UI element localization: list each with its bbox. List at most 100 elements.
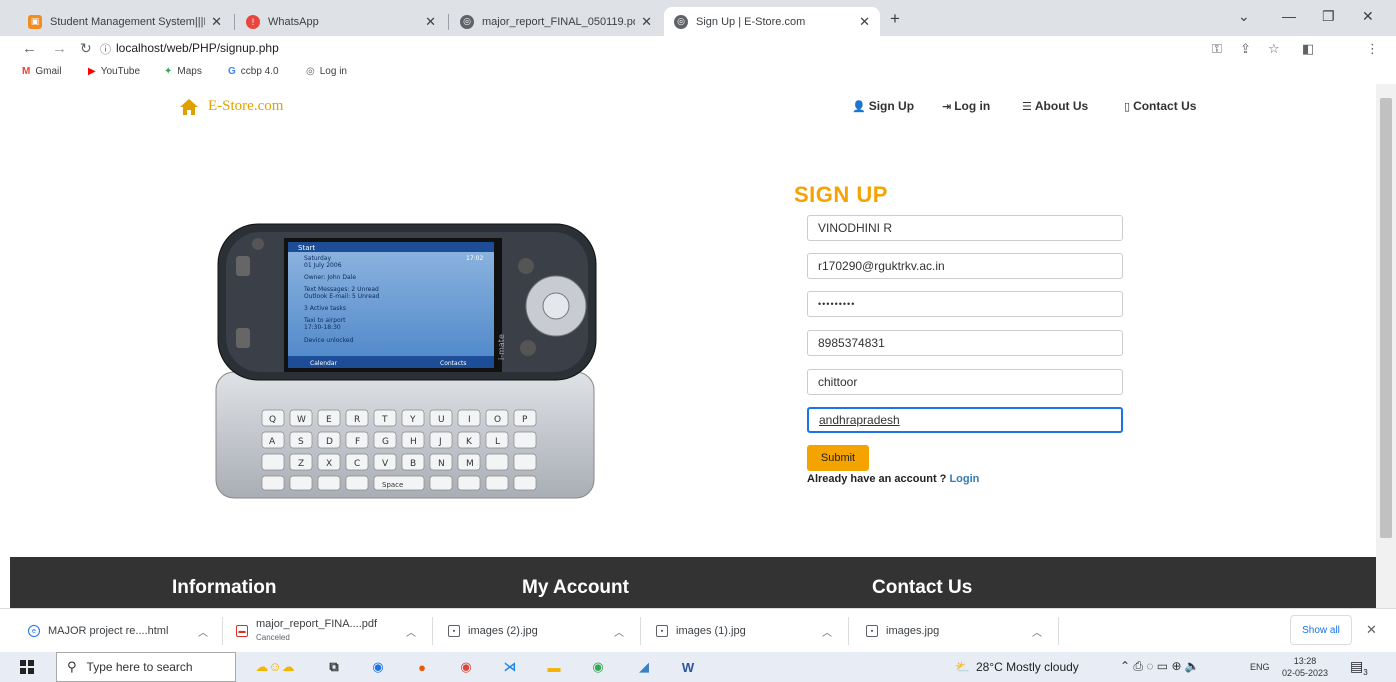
close-icon[interactable]: ✕	[211, 14, 222, 30]
download-item[interactable]: ▪ images (1).jpg ︿	[656, 609, 846, 653]
chevron-up-icon[interactable]: ︿	[614, 624, 624, 639]
taskbar-clock[interactable]: 13:28 02-05-2023	[1282, 655, 1328, 679]
file-explorer-icon[interactable]: ▬	[544, 657, 564, 677]
close-icon[interactable]: ✕	[641, 14, 652, 30]
tab-signup[interactable]: ◎ Sign Up | E-Store.com ✕	[664, 7, 880, 36]
svg-text:F: F	[355, 437, 360, 447]
bookmark-gmail[interactable]: M Gmail	[22, 66, 61, 77]
svg-text:J: J	[438, 437, 442, 447]
show-all-button[interactable]: Show all	[1290, 615, 1352, 645]
bookmark-label: YouTube	[100, 66, 140, 77]
restore-button[interactable]: ❐	[1322, 8, 1335, 25]
download-name: images.jpg	[886, 625, 940, 637]
weather-widget[interactable]: ⛅ 28°C Mostly cloudy	[955, 660, 1079, 674]
chevron-up-icon[interactable]: ︿	[406, 624, 416, 639]
bookmark-maps[interactable]: ✦ Maps	[164, 66, 202, 77]
password-field[interactable]	[807, 291, 1123, 317]
page-scrollbar[interactable]	[1376, 84, 1396, 608]
svg-text:I: I	[468, 415, 471, 425]
download-item[interactable]: ▪ images (2).jpg ︿	[448, 609, 638, 653]
footer-contact-us: Contact Us	[872, 577, 973, 598]
notification-icon[interactable]: ▤3	[1350, 658, 1368, 677]
task-view-icon[interactable]: ⧉	[324, 657, 344, 677]
close-icon[interactable]: ✕	[425, 14, 436, 30]
chrome-icon[interactable]: ◉	[588, 657, 608, 677]
side-panel-icon[interactable]: ◧	[1302, 41, 1314, 57]
reload-button[interactable]: ↻	[80, 40, 92, 57]
edge-icon[interactable]: ◉	[368, 657, 388, 677]
bookmark-label: ccbp 4.0	[240, 66, 279, 77]
download-item[interactable]: ▬ major_report_FINA....pdf Canceled ︿	[236, 609, 426, 653]
vscode-icon[interactable]: ⋊	[500, 657, 520, 677]
page-content: E-Store.com 👤 Sign Up ⇥ Log in ☰ About U…	[0, 84, 1376, 608]
new-tab-button[interactable]: +	[890, 9, 900, 29]
chevron-up-icon[interactable]: ︿	[822, 624, 832, 639]
brand-name: E-Store.com	[208, 98, 284, 114]
svg-text:Y: Y	[409, 415, 416, 425]
close-icon[interactable]: ✕	[1366, 622, 1377, 638]
taskbar-search[interactable]: ⚲ Type here to search	[56, 652, 236, 682]
svg-text:M: M	[466, 459, 474, 469]
clock-time: 13:28	[1293, 656, 1317, 666]
phone-appt: Taxi to airport	[303, 317, 346, 324]
chevron-up-icon[interactable]: ︿	[198, 624, 208, 639]
tab-title: WhatsApp	[268, 15, 319, 28]
state-field[interactable]	[807, 407, 1123, 433]
download-separator	[848, 617, 849, 645]
nav-signup[interactable]: 👤 Sign Up	[852, 99, 914, 113]
download-separator	[1058, 617, 1059, 645]
scrollbar-thumb[interactable]	[1380, 98, 1392, 538]
chevron-up-icon[interactable]: ︿	[1032, 624, 1042, 639]
phone-soft-right: Contacts	[440, 360, 466, 367]
site-info-icon[interactable]: ⓘ	[100, 41, 111, 57]
close-icon[interactable]: ✕	[859, 14, 870, 30]
download-separator	[222, 617, 223, 645]
nav-about[interactable]: ☰ About Us	[1022, 99, 1088, 113]
bookmark-login[interactable]: ◎ Log in	[306, 66, 347, 77]
phone-icon: ▯	[1124, 100, 1131, 113]
footer-information: Information	[172, 577, 277, 598]
minimize-button[interactable]: —	[1282, 8, 1296, 24]
phone-field[interactable]	[807, 330, 1123, 356]
chrome-icon[interactable]: ◉	[456, 657, 476, 677]
tab-major-report[interactable]: ◎ major_report_FINAL_050119.pdf ✕	[450, 7, 662, 36]
download-name: images (2).jpg	[468, 625, 538, 637]
key-icon[interactable]: ⚿	[1212, 41, 1222, 57]
download-item[interactable]: ▪ images.jpg ︿	[866, 609, 1056, 653]
signup-title: SIGN UP	[794, 182, 888, 207]
login-link[interactable]: Login	[949, 473, 979, 485]
tab-separator	[448, 14, 449, 30]
widgets-icon[interactable]: ☁☺☁	[244, 657, 306, 677]
phone-messages: Text Messages: 2 Unread	[303, 286, 379, 293]
menu-kebab-icon[interactable]: ⋮	[1366, 41, 1379, 57]
download-status: Canceled	[256, 633, 290, 642]
forward-button[interactable]: →	[52, 40, 67, 57]
system-tray-icons[interactable]: ⌃ ⎙ ◌ ▭ ⊕ 🔈	[1120, 659, 1200, 674]
submit-button[interactable]: Submit	[807, 445, 869, 471]
email-field[interactable]	[807, 253, 1123, 279]
download-item[interactable]: e MAJOR project re....html ︿	[28, 609, 218, 653]
back-button[interactable]: ←	[22, 40, 37, 57]
star-icon[interactable]: ☆	[1268, 41, 1280, 57]
bookmark-youtube[interactable]: ▶ YouTube	[88, 66, 140, 77]
download-name: MAJOR project re....html	[48, 625, 169, 637]
tab-whatsapp[interactable]: ! WhatsApp ✕	[236, 7, 446, 36]
tab-student-management[interactable]: ▣ Student Management System|||D ✕	[18, 7, 232, 36]
close-window-button[interactable]: ✕	[1362, 8, 1374, 25]
nav-login[interactable]: ⇥ Log in	[942, 99, 990, 113]
tab-search-chevron-icon[interactable]: ⌄	[1238, 8, 1250, 25]
name-field[interactable]	[807, 215, 1123, 241]
language-indicator[interactable]: ENG	[1250, 662, 1270, 672]
address-bar[interactable]: localhost/web/PHP/signup.php	[116, 41, 279, 55]
firefox-icon[interactable]: ●	[412, 657, 432, 677]
svg-text:B: B	[410, 459, 416, 469]
site-brand[interactable]: E-Store.com	[180, 98, 283, 115]
footer-my-account: My Account	[522, 577, 629, 598]
share-icon[interactable]: ⇪	[1240, 41, 1251, 57]
bookmark-ccbp[interactable]: G ccbp 4.0	[228, 66, 279, 77]
app-icon[interactable]: ◢	[634, 657, 654, 677]
word-icon[interactable]: W	[678, 657, 698, 677]
windows-start-icon[interactable]	[20, 660, 34, 674]
nav-contact[interactable]: ▯ Contact Us	[1124, 99, 1196, 113]
city-field[interactable]	[807, 369, 1123, 395]
